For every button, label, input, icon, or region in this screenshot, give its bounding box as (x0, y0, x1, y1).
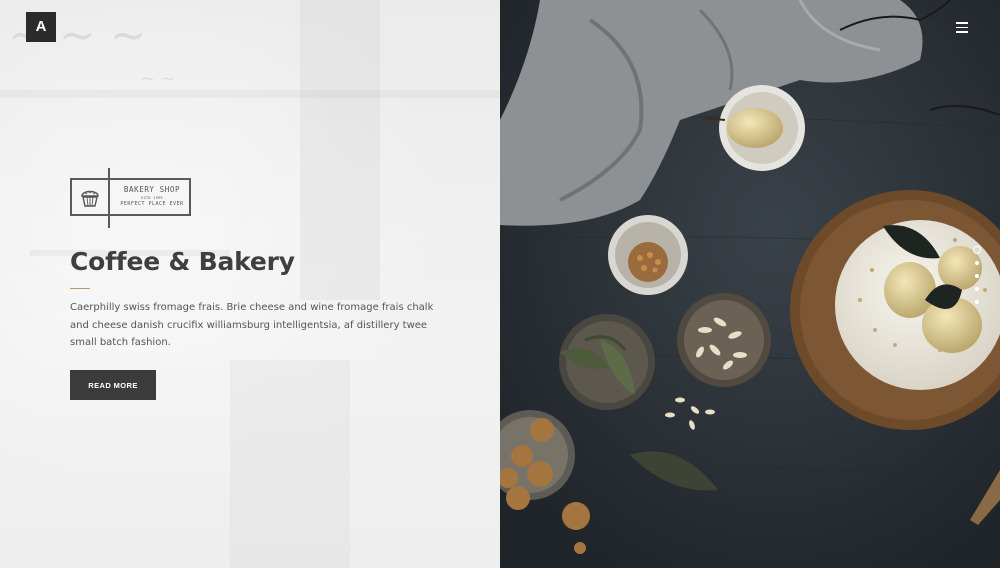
page: ~ ~ ~ ~ ~ A BAKERY SHOP ESTD 1999 PERFEC… (0, 0, 1000, 568)
background-sign-script-small: ~ ~ (140, 68, 176, 89)
slider-dot-1[interactable] (973, 246, 981, 254)
badge-text: BAKERY SHOP ESTD 1999 PERFECT PLACE EVER (114, 185, 190, 208)
slider-dot-2[interactable] (975, 261, 979, 265)
cupcake-icon (81, 190, 99, 207)
hero-title: Coffee & Bakery (70, 247, 295, 276)
menu-bar-middle (956, 26, 968, 28)
menu-bar-top (956, 22, 968, 24)
hero-image-panel (500, 0, 1000, 568)
read-more-button[interactable]: READ MORE (70, 370, 156, 400)
slider-pagination (972, 244, 982, 324)
hero-text-panel: ~ ~ ~ ~ ~ A BAKERY SHOP ESTD 1999 PERFEC… (0, 0, 500, 568)
hero-description: Caerphilly swiss fromage frais. Brie che… (70, 302, 434, 348)
site-logo[interactable]: A (26, 12, 56, 42)
badge-subtitle: PERFECT PLACE EVER (120, 201, 184, 207)
slider-dot-3[interactable] (975, 274, 979, 278)
slider-dot-4[interactable] (975, 287, 979, 291)
background-shelf (0, 90, 500, 98)
background-window (300, 0, 380, 300)
background-pillar (230, 360, 350, 568)
hamburger-menu-icon[interactable] (952, 18, 972, 36)
bakery-shop-badge: BAKERY SHOP ESTD 1999 PERFECT PLACE EVER (70, 168, 194, 228)
slider-dot-5[interactable] (975, 300, 979, 304)
badge-divider (108, 168, 110, 228)
badge-title: BAKERY SHOP (123, 185, 181, 194)
menu-bar-bottom (956, 31, 968, 33)
title-underline (70, 288, 90, 289)
hero-photo (500, 0, 1000, 568)
